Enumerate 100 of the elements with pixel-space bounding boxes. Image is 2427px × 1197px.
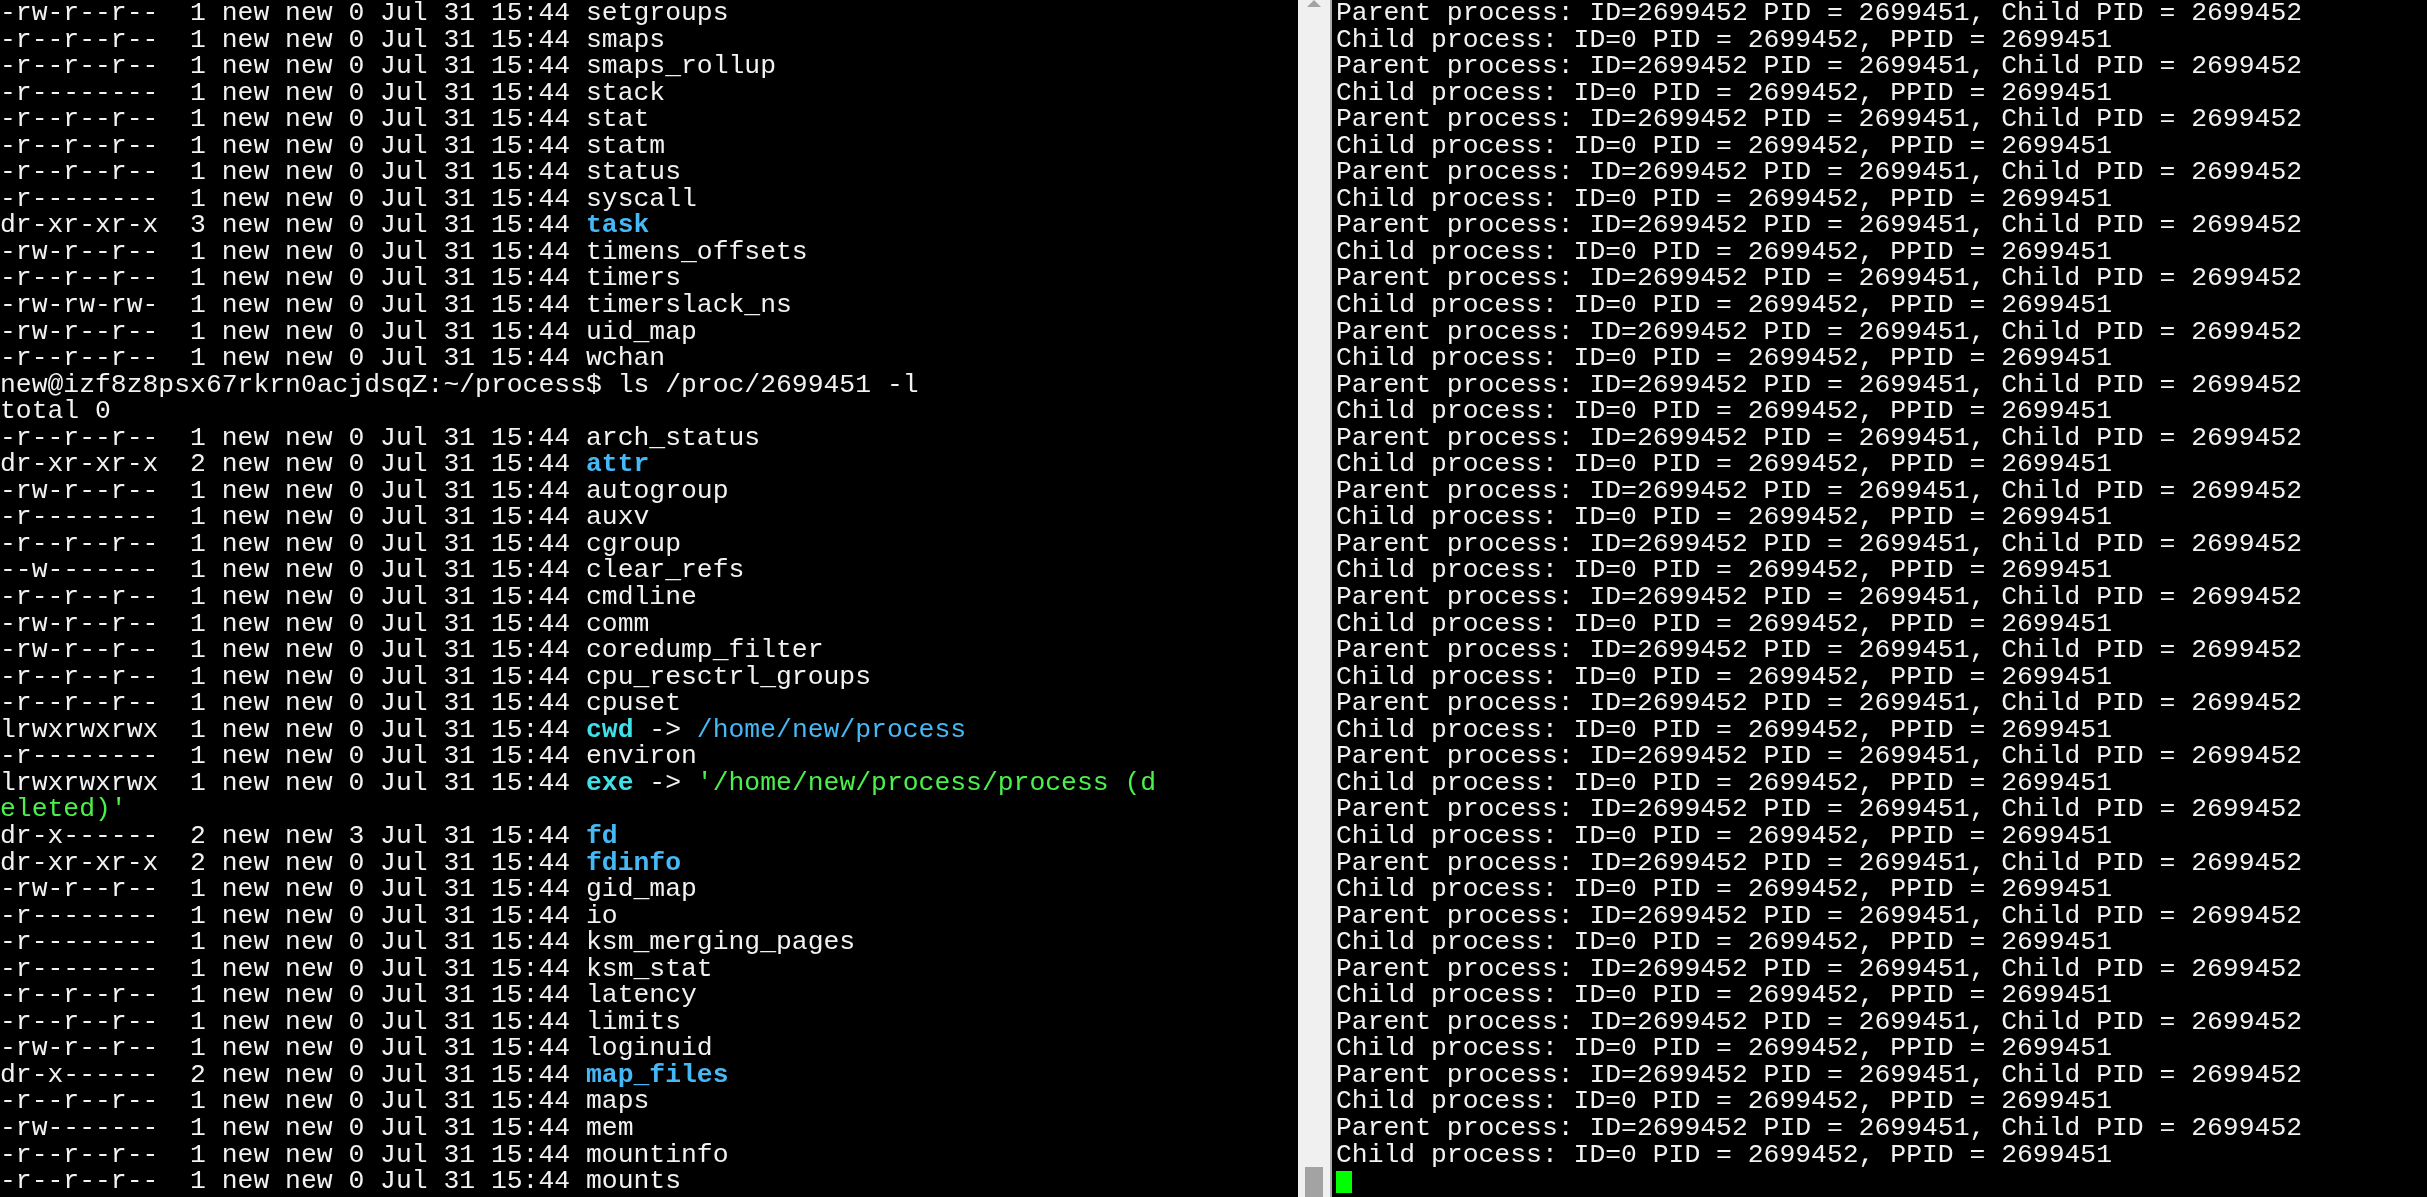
output-line: Parent process: ID=2699452 PID = 2699451, Child PID = 2699452 [1336, 902, 2303, 930]
output-line: Parent process: ID=2699452 PID = 2699451, Child PID = 2699452 [1336, 1008, 2303, 1036]
file-name: mem [585, 1114, 634, 1142]
output-line: Parent process: ID=2699452 PID = 2699451, Child PID = 2699452 [1336, 584, 2303, 611]
file-attributes: -r--r--r-- 1 new new 0 Jul 31 15:44 [0, 265, 572, 292]
file-name: clear_refs [585, 557, 745, 585]
output-line: Child process: ID=0 PID = 2699452, PPID = 2699451 [1336, 504, 2112, 531]
file-name: timens_offsets [585, 238, 808, 266]
file-attributes: -r--r--r-- 1 new new 0 Jul 31 15:44 [0, 1008, 572, 1036]
file-attributes: -r-------- 1 new new 0 Jul 31 15:44 [0, 955, 572, 983]
file-name: autogroup [585, 477, 729, 505]
file-name: coredump_filter [585, 637, 824, 664]
file-name: comm [585, 610, 650, 638]
link-arrow: -> [649, 769, 681, 797]
scrollbar[interactable] [1298, 0, 1332, 1197]
file-name: uid_map [585, 318, 697, 346]
output-line: Parent process: ID=2699452 PID = 2699451, Child PID = 2699452 [1336, 212, 2303, 239]
output-line: Child process: ID=0 PID = 2699452, PPID = 2699451 [1336, 185, 2112, 213]
link-arrow: -> [649, 716, 681, 744]
file-name: smaps [585, 26, 666, 54]
output-line: Parent process: ID=2699452 PID = 2699451, Child PID = 2699452 [1336, 849, 2303, 877]
file-attributes: -rw-r--r-- 1 new new 0 Jul 31 15:44 [0, 477, 572, 505]
output-line: Child process: ID=0 PID = 2699452, PPID = 2699451 [1336, 716, 2112, 744]
file-attributes: lrwxrwxrwx 1 new new 0 Jul 31 15:44 [0, 769, 572, 797]
shell-command: ls /proc/2699451 -l [617, 371, 919, 399]
directory-name: fd [585, 822, 618, 850]
link-target: eleted)' [0, 796, 127, 823]
file-name: syscall [585, 185, 697, 213]
file-attributes: -r--r--r-- 1 new new 0 Jul 31 15:44 [0, 106, 572, 133]
file-name: cpuset [585, 690, 681, 717]
file-attributes: -r--r--r-- 1 new new 0 Jul 31 15:44 [0, 982, 572, 1009]
output-line: Parent process: ID=2699452 PID = 2699451, Child PID = 2699452 [1336, 743, 2303, 770]
link-target: /home/new/process [696, 716, 967, 744]
file-name: auxv [585, 504, 650, 531]
file-name: timerslack_ns [585, 292, 792, 319]
file-attributes: --w------- 1 new new 0 Jul 31 15:44 [0, 557, 572, 585]
output-line: Parent process: ID=2699452 PID = 2699451, Child PID = 2699452 [1336, 371, 2303, 399]
directory-name: map_files [585, 1061, 729, 1089]
file-name: cmdline [585, 584, 697, 611]
file-attributes: -r--r--r-- 1 new new 0 Jul 31 15:44 [0, 1141, 572, 1169]
file-attributes: dr-x------ 2 new new 3 Jul 31 15:44 [0, 822, 572, 850]
file-name: mounts [585, 1168, 681, 1195]
link-target: '/home/new/process/process (d [696, 769, 1157, 797]
file-attributes: -rw-r--r-- 1 new new 0 Jul 31 15:44 [0, 1035, 572, 1062]
file-name: limits [585, 1008, 681, 1036]
file-name: cgroup [585, 530, 681, 558]
file-name: mountinfo [585, 1141, 729, 1169]
output-line: Child process: ID=0 PID = 2699452, PPID = 2699451 [1336, 876, 2112, 903]
output-line: Parent process: ID=2699452 PID = 2699451, Child PID = 2699452 [1336, 1114, 2303, 1142]
file-attributes: -r-------- 1 new new 0 Jul 31 15:44 [0, 743, 572, 770]
file-name: statm [585, 132, 666, 160]
file-attributes: dr-xr-xr-x 3 new new 0 Jul 31 15:44 [0, 212, 572, 239]
output-line: Parent process: ID=2699452 PID = 2699451, Child PID = 2699452 [1336, 955, 2303, 983]
file-attributes: -r--r--r-- 1 new new 0 Jul 31 15:44 [0, 1088, 572, 1115]
output-line: Parent process: ID=2699452 PID = 2699451, Child PID = 2699452 [1336, 796, 2303, 823]
file-attributes: -r-------- 1 new new 0 Jul 31 15:44 [0, 902, 572, 930]
output-line: Parent process: ID=2699452 PID = 2699451, Child PID = 2699452 [1336, 424, 2303, 452]
file-attributes: lrwxrwxrwx 1 new new 0 Jul 31 15:44 [0, 716, 572, 744]
output-line: Parent process: ID=2699452 PID = 2699451, Child PID = 2699452 [1336, 265, 2303, 292]
link-name: cwd [585, 716, 634, 744]
file-attributes: dr-xr-xr-x 2 new new 0 Jul 31 15:44 [0, 849, 572, 877]
file-name: io [585, 902, 618, 930]
file-attributes: -r--r--r-- 1 new new 0 Jul 31 15:44 [0, 53, 572, 80]
file-attributes: -r--r--r-- 1 new new 0 Jul 31 15:44 [0, 345, 571, 372]
file-attributes: -r--r--r-- 1 new new 0 Jul 31 15:44 [0, 663, 572, 691]
output-line: Child process: ID=0 PID = 2699452, PPID = 2699451 [1336, 1035, 2112, 1062]
file-attributes: -r-------- 1 new new 0 Jul 31 15:44 [0, 504, 572, 531]
file-attributes: -r--r--r-- 1 new new 0 Jul 31 15:44 [0, 26, 572, 54]
output-line: Child process: ID=0 PID = 2699452, PPID = 2699451 [1336, 398, 2112, 425]
file-attributes: -rw-r--r-- 1 new new 0 Jul 31 15:44 [0, 0, 572, 27]
output-line: Child process: ID=0 PID = 2699452, PPID = 2699451 [1336, 238, 2112, 266]
file-attributes: -r--r--r-- 1 new new 0 Jul 31 15:44 [0, 690, 572, 717]
file-attributes: -rw-r--r-- 1 new new 0 Jul 31 15:44 [0, 876, 572, 903]
link-name: exe [585, 769, 634, 797]
file-name: ksm_stat [585, 955, 713, 983]
file-name: latency [585, 982, 697, 1009]
file-name: maps [585, 1088, 650, 1115]
output-line: Child process: ID=0 PID = 2699452, PPID = 2699451 [1336, 1088, 2112, 1115]
output-line: Parent process: ID=2699452 PID = 2699451, Child PID = 2699452 [1336, 0, 2303, 27]
output-line: Parent process: ID=2699452 PID = 2699451, Child PID = 2699452 [1336, 318, 2303, 346]
file-name: gid_map [585, 876, 697, 903]
file-attributes: -r-------- 1 new new 0 Jul 31 15:44 [0, 79, 572, 107]
output-line: Child process: ID=0 PID = 2699452, PPID = 2699451 [1336, 663, 2112, 691]
file-attributes: dr-xr-xr-x 2 new new 0 Jul 31 15:44 [0, 451, 572, 478]
output-line: Child process: ID=0 PID = 2699452, PPID = 2699451 [1336, 557, 2112, 585]
shell-prompt: new@izf8z8psx67rkrn0acjdsqZ:~/process$ [0, 371, 602, 399]
output-line: Child process: ID=0 PID = 2699452, PPID = 2699451 [1336, 982, 2112, 1009]
output-line: Parent process: ID=2699452 PID = 2699451, Child PID = 2699452 [1336, 159, 2303, 186]
file-name: wchan [585, 345, 666, 372]
output-line: Parent process: ID=2699452 PID = 2699451, Child PID = 2699452 [1336, 1061, 2303, 1089]
output-line: Child process: ID=0 PID = 2699452, PPID = 2699451 [1336, 1141, 2112, 1169]
file-attributes: -rw-rw-rw- 1 new new 0 Jul 31 15:44 [0, 292, 572, 319]
file-attributes: -r--r--r-- 1 new new 0 Jul 31 15:44 [0, 132, 572, 160]
file-attributes: -r--r--r-- 1 new new 0 Jul 31 15:44 [0, 424, 572, 452]
scrollbar-thumb[interactable] [1305, 1167, 1323, 1197]
scroll-up-icon[interactable] [1307, 0, 1321, 7]
output-line: Child process: ID=0 PID = 2699452, PPID = 2699451 [1336, 345, 2112, 372]
directory-name: task [585, 212, 650, 239]
output-line: Parent process: ID=2699452 PID = 2699451, Child PID = 2699452 [1336, 690, 2303, 717]
file-name: environ [585, 743, 697, 770]
